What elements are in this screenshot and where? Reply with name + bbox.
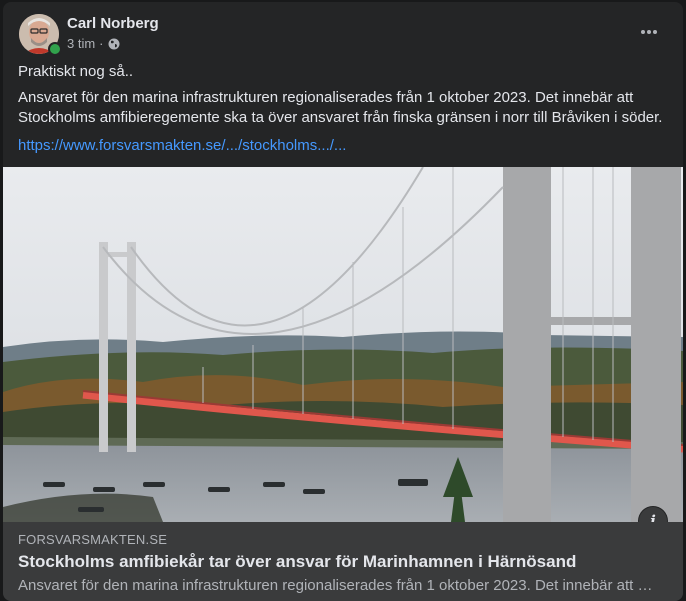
author-name[interactable]: Carl Norberg [67, 15, 159, 32]
link-description: Ansvaret för den marina infrastrukturen … [18, 577, 653, 594]
link-preview-card[interactable]: FORSVARSMAKTEN.SE Stockholms amfibiekår … [3, 522, 683, 601]
bridge-photo [3, 167, 683, 522]
link-domain: FORSVARSMAKTEN.SE [18, 532, 168, 547]
link-preview-image[interactable] [3, 167, 683, 522]
post-header: Carl Norberg 3 tim · [3, 2, 683, 62]
more-options-button[interactable] [633, 19, 665, 45]
online-status-dot [48, 42, 62, 56]
meta-separator: · [99, 36, 104, 51]
feed-post: Carl Norberg 3 tim · Praktiskt nog så.. … [3, 2, 683, 601]
more-horizontal-icon [641, 30, 657, 34]
post-meta: 3 tim · [67, 36, 120, 51]
link-title[interactable]: Stockholms amfibiekår tar över ansvar fö… [18, 552, 576, 572]
post-text-paragraph: Ansvaret för den marina infrastrukturen … [18, 89, 663, 126]
post-text-line: Praktiskt nog så.. [18, 63, 134, 80]
post-time[interactable]: 3 tim [67, 36, 95, 51]
post-link[interactable]: https://www.forsvarsmakten.se/.../stockh… [18, 136, 673, 156]
globe-icon[interactable] [108, 38, 120, 50]
